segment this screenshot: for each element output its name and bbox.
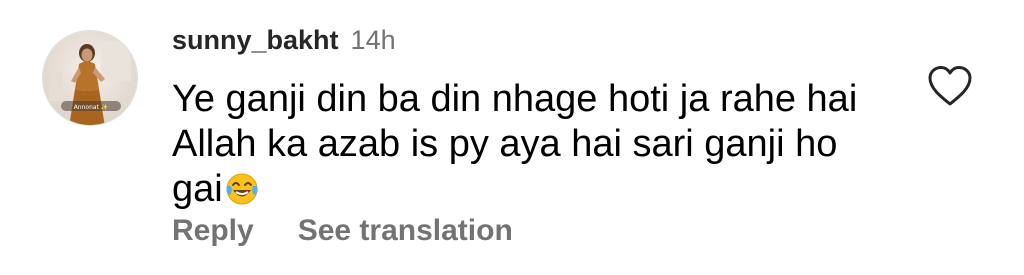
reply-button[interactable]: Reply [172,214,254,248]
comment-text: Ye ganji din ba din nhage hoti ja rahe h… [172,77,892,212]
timestamp: 14h [350,25,396,55]
heart-outline-icon [928,66,972,106]
comment-line-text: gai [172,168,223,210]
see-translation-button[interactable]: See translation [298,214,513,248]
avatar-caption: Annonat ✨ [74,103,109,111]
comment-actions: Reply See translation [172,214,513,248]
face-with-tears-of-joy-icon [226,173,258,205]
like-button[interactable] [926,64,974,108]
comment-line-last: gai [172,167,892,212]
comment: Annonat ✨ sunny_bakht 14h Ye ganji din b… [0,0,1024,275]
comment-line: Ye ganji din ba din nhage hoti ja rahe h… [172,78,858,120]
comment-line: Allah ka azab is py aya hai sari ganji h… [172,123,838,165]
username[interactable]: sunny_bakht [172,25,339,56]
avatar[interactable]: Annonat ✨ [42,30,138,126]
comment-header: sunny_bakht 14h [172,25,396,61]
avatar-image: Annonat ✨ [43,31,137,125]
